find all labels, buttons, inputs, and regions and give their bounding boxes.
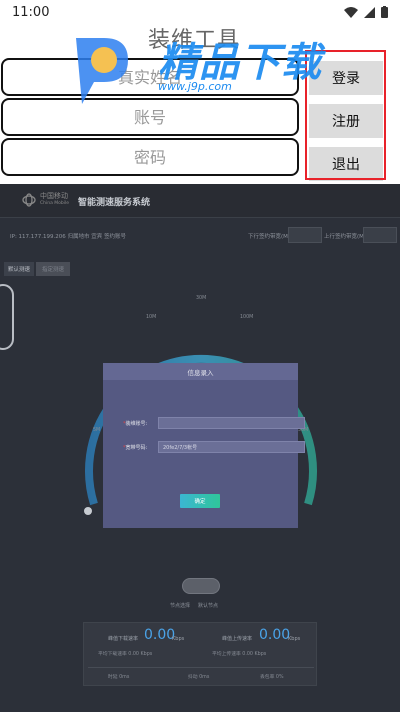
login-button[interactable]: 登录 — [309, 61, 383, 95]
app-title: 装维工具 — [148, 28, 241, 53]
stats-panel: 峰值下载速率 0.00 Kbps 峰值上传速率 0.00 Kbps 平均下载速率… — [83, 622, 317, 686]
dialog-ok-button[interactable]: 确定 — [180, 494, 220, 508]
password-input[interactable] — [3, 147, 297, 167]
status-time: 11:00 — [12, 4, 50, 20]
peak-up-value: 0.00 — [259, 627, 291, 643]
password-field[interactable] — [1, 138, 299, 176]
dialog-row-broadband: *宽带号码: 20fe2/7/3帐号 — [123, 441, 305, 453]
node-select-label: 节点选择 — [170, 603, 191, 609]
peak-down-unit: Kbps — [172, 636, 185, 642]
peak-down-value: 0.00 — [144, 627, 176, 643]
peak-up-label: 峰值上传速率 — [222, 636, 253, 642]
account-field[interactable] — [1, 98, 299, 136]
avg-down: 平均下载速率 0.00 Kbps — [98, 652, 153, 657]
register-button[interactable]: 注册 — [309, 104, 383, 138]
dialog-row-account: *装维账号: — [123, 417, 305, 429]
dialog-broadband-label-wrap: *宽带号码: — [123, 444, 148, 451]
node-selector[interactable]: 节点选择 默认节点 — [170, 602, 218, 609]
name-input[interactable] — [3, 67, 297, 87]
account-input[interactable] — [3, 107, 297, 127]
signal-icon — [364, 6, 375, 18]
battery-icon — [381, 6, 388, 18]
exit-button[interactable]: 退出 — [309, 147, 383, 181]
gauge-label-5m: 5M — [93, 428, 101, 433]
speedtest-webview: 中国移动 China Mobile 智能测速服务系统 IP: 117.177.1… — [0, 184, 400, 712]
name-field[interactable] — [1, 58, 299, 96]
info-dialog: 信息录入 *装维账号: *宽带号码: 20fe2/7/3帐号 确定 — [103, 363, 305, 528]
jitter: 抖动 0ms — [188, 675, 210, 680]
dialog-account-label: 装维账号: — [125, 420, 148, 427]
latency: 时延 0ms — [108, 675, 130, 680]
gauge-label-100m: 100M — [240, 315, 254, 320]
stats-divider — [88, 667, 314, 668]
packet-loss: 丢包率 0% — [260, 675, 284, 680]
avg-up: 平均上传速率 0.00 Kbps — [212, 652, 267, 657]
node-default-label: 默认节点 — [198, 603, 219, 609]
wifi-icon — [344, 6, 358, 18]
gauge-label-10m: 10M — [146, 315, 157, 320]
peak-up-unit: Kbps — [288, 636, 301, 642]
dialog-title: 信息录入 — [103, 363, 298, 380]
status-bar: 11:00 — [0, 0, 400, 24]
dialog-account-label-wrap: *装维账号: — [123, 420, 148, 427]
dialog-broadband-input[interactable]: 20fe2/7/3帐号 — [158, 441, 305, 453]
peak-down-label: 峰值下载速率 — [108, 636, 139, 642]
dialog-broadband-label: 宽带号码: — [125, 444, 148, 451]
dialog-account-input[interactable] — [158, 417, 305, 429]
start-test-button[interactable] — [182, 578, 220, 594]
gauge-label-30m: 30M — [196, 296, 207, 301]
status-icons — [344, 6, 388, 18]
